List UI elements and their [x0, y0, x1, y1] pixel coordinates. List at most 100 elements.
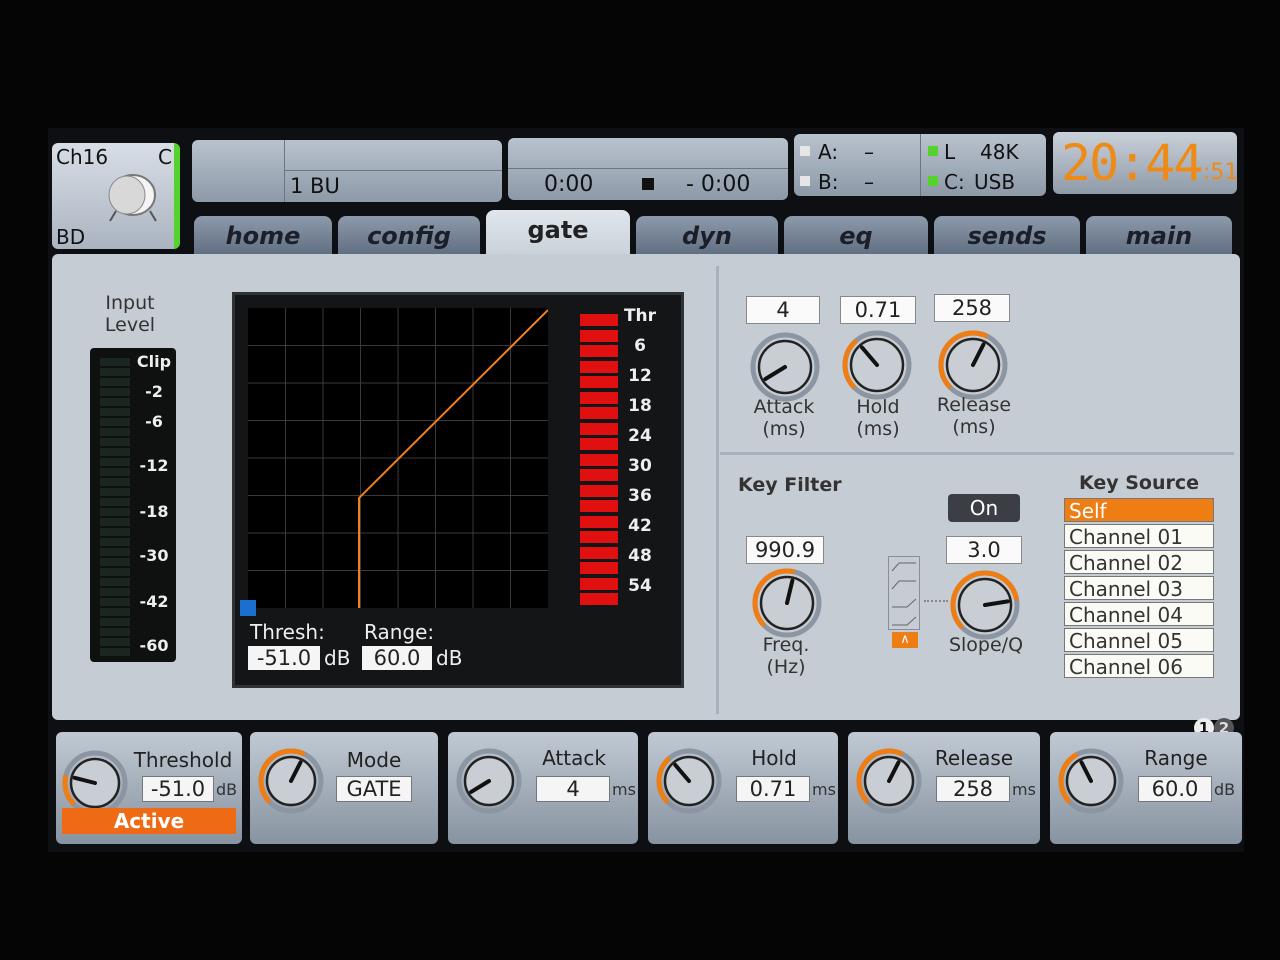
meter-segment [100, 408, 130, 416]
hold-cell[interactable]: Hold 0.71 ms [648, 732, 838, 844]
meter-segment [100, 628, 130, 636]
range-bottom-value[interactable]: 60.0 [1138, 776, 1212, 802]
gain-reduction-segment [580, 314, 618, 326]
release-value[interactable]: 258 [934, 294, 1010, 322]
hold-label-1: Hold [856, 396, 900, 418]
freq-label: Freq. (Hz) [740, 634, 832, 678]
mode-cell[interactable]: Mode GATE [250, 732, 438, 844]
b-value: – [864, 170, 874, 194]
a-indicator-icon [800, 146, 810, 156]
hold-value[interactable]: 0.71 [840, 296, 916, 324]
meter-segment [100, 578, 130, 586]
threshold-cell[interactable]: Threshold -51.0 dB Active [56, 732, 242, 844]
hold-bottom-knob[interactable] [656, 748, 722, 814]
key-source-item[interactable]: Channel 04 [1064, 602, 1214, 627]
channel-name: Ch16 [56, 145, 109, 169]
threshold-value[interactable]: -51.0 [142, 776, 214, 802]
c-label: C: [944, 170, 965, 194]
mode-knob[interactable] [258, 748, 324, 814]
tab-dyn[interactable]: dyn [636, 216, 778, 256]
remaining-time: - 0:00 [686, 172, 751, 197]
attack-cell[interactable]: Attack 4 ms [448, 732, 638, 844]
threshold-knob[interactable] [62, 750, 128, 816]
knob-graphic [950, 570, 1020, 640]
meter-segment [100, 498, 130, 506]
slope-value[interactable]: 3.0 [946, 536, 1022, 564]
release-bottom-value[interactable]: 258 [936, 776, 1010, 802]
gr-tick-label: 36 [628, 486, 652, 506]
gain-reduction-segment [580, 562, 618, 574]
panel-divider [716, 266, 719, 714]
transport-box[interactable]: 0:00 - 0:00 [508, 138, 788, 200]
tab-main[interactable]: main [1086, 216, 1232, 256]
gain-reduction-segment [580, 422, 618, 435]
gain-reduction-segment [580, 453, 618, 466]
tab-gate[interactable]: gate [486, 210, 630, 258]
hold-label: Hold (ms) [834, 396, 922, 440]
freq-value[interactable]: 990.9 [746, 536, 824, 564]
key-source-item[interactable]: Channel 01 [1064, 524, 1214, 549]
meter-tick: -30 [139, 546, 169, 565]
range-label: Range: [364, 620, 435, 644]
tab-eq[interactable]: eq [784, 216, 928, 256]
meter-segment [100, 538, 130, 546]
range-value[interactable]: 60.0 [362, 646, 432, 670]
a-label: A: [818, 140, 839, 164]
b-label: B: [818, 170, 839, 194]
range-cell[interactable]: Range 60.0 dB [1050, 732, 1242, 844]
key-source-item[interactable]: Channel 05 [1064, 628, 1214, 653]
meter-segment [100, 418, 130, 426]
gate-active-status[interactable]: Active [62, 808, 236, 834]
attack-bottom-value[interactable]: 4 [536, 776, 610, 802]
freq-knob[interactable] [752, 568, 822, 638]
gain-reduction-segment [580, 391, 618, 404]
gain-reduction-segment [580, 531, 618, 543]
attack-name: Attack [542, 746, 606, 770]
gr-tick-label: 24 [628, 426, 652, 446]
bus-box[interactable]: 1 BU [192, 140, 502, 202]
channel-label: BD [56, 225, 86, 249]
tab-config[interactable]: config [338, 216, 480, 256]
key-source-item[interactable]: Channel 02 [1064, 550, 1214, 575]
bass-drum-icon [108, 174, 157, 222]
knob-graphic [752, 568, 822, 638]
meter-tick: -2 [145, 382, 163, 401]
tab-sends[interactable]: sends [934, 216, 1080, 256]
l-status-icon [928, 146, 938, 156]
release-knob[interactable] [938, 330, 1008, 400]
hold-bottom-value[interactable]: 0.71 [736, 776, 810, 802]
gain-reduction-segment [580, 593, 618, 605]
filter-shapes-icon [891, 562, 917, 626]
usb-label: USB [974, 170, 1016, 194]
key-filter-on-button[interactable]: On [948, 494, 1020, 522]
range-bottom-knob[interactable] [1058, 748, 1124, 814]
attack-value[interactable]: 4 [746, 296, 820, 324]
release-cell[interactable]: Release 258 ms [848, 732, 1040, 844]
mode-value[interactable]: GATE [336, 776, 412, 802]
attack-bottom-knob[interactable] [456, 748, 522, 814]
release-bottom-knob[interactable] [856, 748, 922, 814]
thresh-value[interactable]: -51.0 [248, 646, 320, 670]
knob-graphic [856, 748, 922, 814]
slope-knob[interactable] [950, 570, 1020, 640]
tab-home[interactable]: home [194, 216, 332, 256]
attack-knob[interactable] [750, 332, 820, 402]
slope-label: Slope/Q [948, 634, 1024, 656]
thresh-unit: dB [324, 646, 351, 670]
gate-transfer-graph[interactable] [248, 308, 548, 608]
attack-label-1: Attack [753, 396, 815, 418]
panel-divider-h [720, 452, 1234, 455]
key-source-item[interactable]: Self [1064, 498, 1214, 523]
hold-label-2: (ms) [856, 418, 900, 440]
filter-type-selector[interactable] [888, 556, 920, 630]
meter-segment [100, 648, 130, 656]
bandpass-filter-icon[interactable]: ∧ [892, 632, 918, 648]
meter-segment [100, 398, 130, 406]
channel-box[interactable]: Ch16 C BD [52, 143, 180, 249]
key-source-item[interactable]: Channel 03 [1064, 576, 1214, 601]
stop-icon[interactable] [642, 178, 654, 190]
hold-knob[interactable] [842, 330, 912, 400]
meter-segment [100, 458, 130, 466]
play-time: 0:00 [544, 172, 594, 197]
key-source-item[interactable]: Channel 06 [1064, 654, 1214, 679]
